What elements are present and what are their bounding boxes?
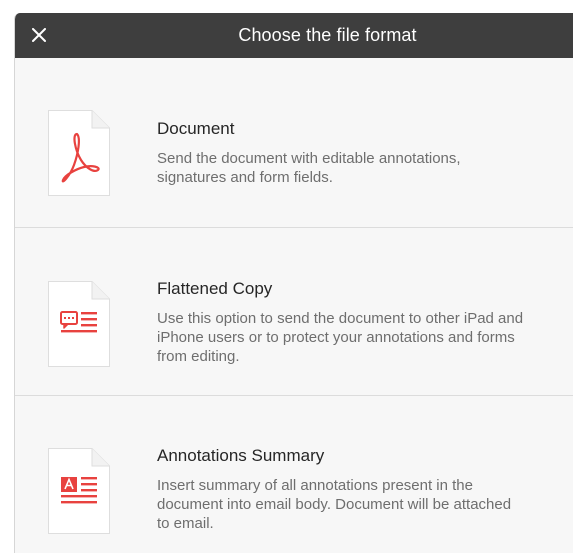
option-description: Send the document with editable annotati… [157, 150, 461, 186]
dialog-title: Choose the file format [238, 25, 417, 45]
option-annotations-summary[interactable]: Annotations Summary Insert summary of al… [15, 396, 573, 553]
annotations-summary-icon [48, 448, 110, 534]
option-document[interactable]: Document Send the document with editable… [15, 58, 573, 228]
option-description: Insert summary of all annotations presen… [157, 477, 512, 532]
option-title: Flattened Copy [157, 279, 273, 298]
option-flattened-copy[interactable]: Flattened Copy Use this option to send t… [15, 228, 573, 396]
option-title: Document [157, 119, 235, 138]
option-description: Use this option to send the document to … [157, 310, 524, 365]
flattened-copy-icon [48, 281, 110, 367]
file-format-dialog: Choose the file format Document Send the… [14, 13, 573, 553]
pdf-document-icon [48, 110, 110, 196]
dialog-header: Choose the file format [15, 13, 573, 58]
option-title: Annotations Summary [157, 446, 325, 465]
